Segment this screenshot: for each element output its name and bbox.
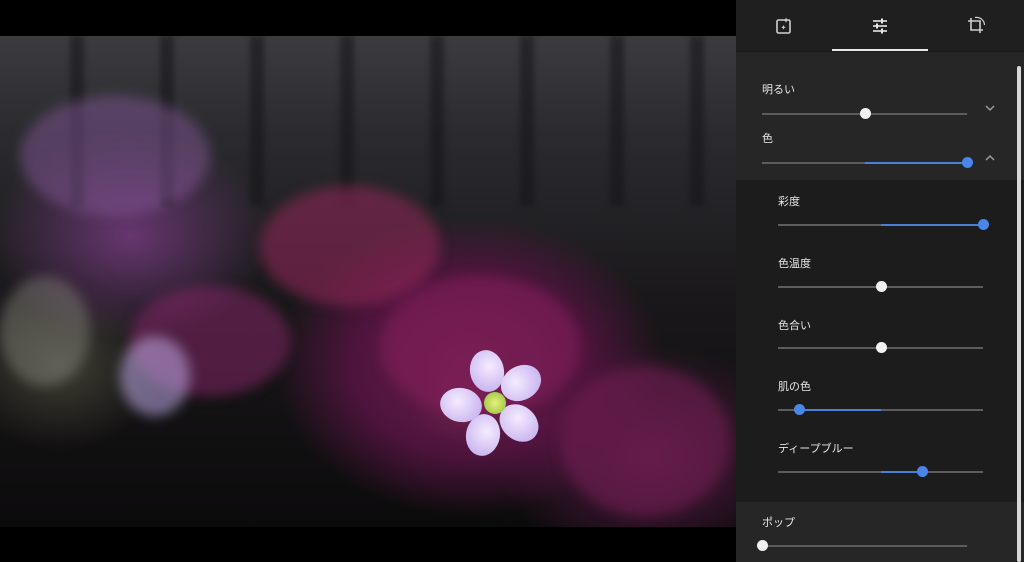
fence-shadow [520, 36, 534, 206]
pop-slider-knob[interactable] [757, 540, 768, 551]
pop-label: ポップ [762, 516, 795, 529]
saturation-slider-knob[interactable] [978, 219, 989, 230]
flower [437, 347, 550, 462]
leaf-cluster [260, 186, 440, 306]
skin-tone-label: 肌の色 [778, 380, 811, 393]
warmth-slider[interactable] [778, 281, 983, 293]
photo-filter-icon [776, 17, 791, 34]
fence-shadow [340, 36, 354, 206]
tint-label: 色合い [778, 319, 811, 332]
chevron-up-icon[interactable] [983, 151, 997, 165]
warmth-slider-knob[interactable] [875, 281, 887, 292]
skin-tone-slider[interactable] [778, 404, 983, 416]
warmth-label: 色温度 [778, 257, 811, 270]
light-slider-knob[interactable] [859, 108, 871, 119]
photo-canvas-area [0, 0, 736, 562]
photo-preview[interactable] [0, 36, 736, 527]
crop-rotate-icon [968, 16, 986, 33]
deep-blue-slider-knob[interactable] [916, 466, 928, 477]
blurred-ground [0, 276, 90, 386]
fence-shadow [250, 36, 264, 206]
color-slider-knob[interactable] [962, 157, 973, 168]
color-label: 色 [762, 132, 773, 145]
deep-blue-slider[interactable] [778, 466, 983, 478]
leaf-cluster [560, 366, 730, 516]
tint-slider[interactable] [778, 342, 983, 354]
light-slider[interactable] [762, 108, 967, 120]
sliders-icon [873, 18, 887, 33]
fence-shadow [690, 36, 704, 206]
panel-scrollbar[interactable] [1017, 66, 1021, 562]
saturation-label: 彩度 [778, 195, 800, 208]
edit-tabbar [736, 0, 1024, 52]
fence-shadow [430, 36, 444, 206]
edit-panel: 明るい 色 彩度 色温度 色合い 肌の色 ディープブルー ポップ [736, 0, 1024, 562]
tint-slider-knob[interactable] [875, 342, 887, 353]
pop-slider[interactable] [757, 540, 967, 552]
color-subsection: 彩度 色温度 色合い 肌の色 ディープブルー [736, 180, 1024, 502]
light-label: 明るい [762, 83, 795, 96]
skin-tone-slider-knob[interactable] [793, 404, 805, 415]
chevron-down-icon[interactable] [983, 101, 997, 115]
leaf-cluster [20, 96, 210, 216]
filters-tab[interactable] [736, 0, 832, 51]
color-slider[interactable] [762, 157, 973, 169]
crop-rotate-tab[interactable] [928, 0, 1024, 51]
blurred-flower [120, 336, 190, 416]
fence-shadow [610, 36, 624, 206]
saturation-slider[interactable] [778, 219, 989, 231]
deep-blue-label: ディープブルー [778, 442, 854, 455]
adjust-tab[interactable] [832, 0, 928, 51]
